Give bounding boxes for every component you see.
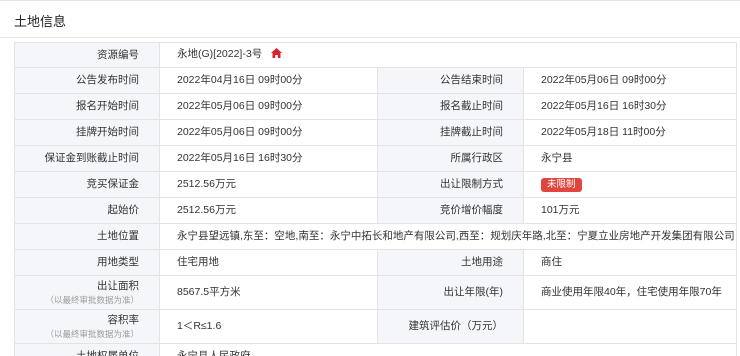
value-land-location: 永宁县望远镇,东至：空地,南至：永宁中拓长和地产有限公司,西至：规划庆年路,北至… bbox=[158, 223, 738, 250]
table-row: 公告发布时间 2022年04月16日 09时00分 公告结束时间 2022年05… bbox=[14, 67, 738, 94]
value-announce-start: 2022年04月16日 09时00分 bbox=[159, 67, 378, 94]
table-row: 土地位置 永宁县望远镇,东至：空地,南至：永宁中拓长和地产有限公司,西至：规划庆… bbox=[14, 223, 738, 250]
page-title: 土地信息 bbox=[14, 14, 67, 29]
label-plot-ratio: 容积率 （以最终审批数据为准） bbox=[14, 309, 160, 344]
label-transfer-area: 出让面积 （以最终审批数据为准） bbox=[14, 275, 160, 310]
value-bid-increment: 101万元 bbox=[522, 197, 738, 224]
label-district: 所属行政区 bbox=[377, 145, 524, 172]
value-land-type: 住宅用地 bbox=[159, 249, 378, 276]
table-row: 用地类型 住宅用地 土地用途 商住 bbox=[14, 249, 738, 276]
value-deposit-deadline: 2022年05月16日 16时30分 bbox=[159, 145, 378, 172]
table-row: 起始价 2512.56万元 竞价增价幅度 101万元 bbox=[14, 197, 738, 224]
table-row: 报名开始时间 2022年05月06日 09时00分 报名截止时间 2022年05… bbox=[14, 93, 738, 120]
value-land-owner: 永宁县人民政府 bbox=[158, 343, 738, 356]
label-land-type: 用地类型 bbox=[14, 249, 160, 276]
value-signup-end: 2022年05月16日 16时30分 bbox=[522, 93, 738, 120]
table-row: 挂牌开始时间 2022年05月06日 09时00分 挂牌截止时间 2022年05… bbox=[14, 119, 738, 146]
value-transfer-area: 8567.5平方米 bbox=[159, 275, 378, 310]
label-transfer-term: 出让年限(年) bbox=[377, 275, 524, 310]
status-badge: 未限制 bbox=[541, 177, 582, 192]
table-row-resource-code: 资源编号 永地(G)[2022]-3号 bbox=[14, 42, 738, 68]
label-listing-start: 挂牌开始时间 bbox=[14, 119, 160, 146]
home-icon[interactable] bbox=[271, 48, 283, 62]
label-transfer-area-text: 出让面积 bbox=[97, 279, 139, 292]
value-bid-deposit: 2512.56万元 bbox=[159, 171, 378, 198]
land-info-panel: 土地信息 资源编号 永地(G)[2022]-3号 公告发布时间 2022年04月… bbox=[0, 0, 740, 356]
label-land-location: 土地位置 bbox=[14, 223, 160, 250]
label-land-owner: 土地权属单位 bbox=[14, 343, 160, 356]
table-row: 土地权属单位 永宁县人民政府 bbox=[14, 343, 738, 356]
table-row: 竞买保证金 2512.56万元 出让限制方式 未限制 bbox=[14, 171, 738, 198]
value-transfer-term: 商业使用年限40年，住宅使用年限70年 bbox=[522, 275, 738, 310]
resource-code-text: 永地(G)[2022]-3号 bbox=[177, 48, 263, 60]
value-building-valuation bbox=[522, 309, 738, 344]
value-district: 永宁县 bbox=[522, 145, 738, 172]
value-signup-start: 2022年05月06日 09时00分 bbox=[159, 93, 378, 120]
value-listing-start: 2022年05月06日 09时00分 bbox=[159, 119, 378, 146]
label-signup-end: 报名截止时间 bbox=[377, 93, 524, 120]
top-divider bbox=[0, 0, 740, 1]
table-row: 出让面积 （以最终审批数据为准） 8567.5平方米 出让年限(年) 商业使用年… bbox=[14, 275, 738, 310]
table-row: 保证金到账截止时间 2022年05月16日 16时30分 所属行政区 永宁县 bbox=[14, 145, 738, 172]
table-row: 容积率 （以最终审批数据为准） 1＜R≤1.6 建筑评估价（万元） bbox=[14, 309, 738, 344]
label-land-use: 土地用途 bbox=[377, 249, 524, 276]
label-announce-end: 公告结束时间 bbox=[377, 67, 524, 94]
label-plot-ratio-note: （以最终审批数据为准） bbox=[45, 328, 139, 339]
value-start-price: 2512.56万元 bbox=[159, 197, 378, 224]
label-signup-start: 报名开始时间 bbox=[14, 93, 160, 120]
label-transfer-area-note: （以最终审批数据为准） bbox=[45, 294, 139, 305]
title-divider bbox=[0, 37, 740, 38]
label-plot-ratio-text: 容积率 bbox=[107, 313, 140, 326]
label-bid-increment: 竞价增价幅度 bbox=[377, 197, 524, 224]
label-start-price: 起始价 bbox=[14, 197, 160, 224]
value-plot-ratio: 1＜R≤1.6 bbox=[159, 309, 378, 344]
value-listing-end: 2022年05月18日 11时00分 bbox=[522, 119, 738, 146]
label-building-valuation: 建筑评估价（万元） bbox=[377, 309, 524, 344]
label-deposit-deadline: 保证金到账截止时间 bbox=[14, 145, 160, 172]
label-listing-end: 挂牌截止时间 bbox=[377, 119, 524, 146]
label-resource-code: 资源编号 bbox=[14, 42, 160, 68]
value-resource-code: 永地(G)[2022]-3号 bbox=[158, 42, 738, 68]
value-announce-end: 2022年05月06日 09时00分 bbox=[522, 67, 738, 94]
label-bid-deposit: 竞买保证金 bbox=[14, 171, 160, 198]
label-restriction-method: 出让限制方式 bbox=[377, 171, 524, 198]
value-restriction-method: 未限制 bbox=[522, 171, 738, 198]
land-info-table: 资源编号 永地(G)[2022]-3号 公告发布时间 2022年04月16日 0… bbox=[14, 42, 738, 356]
value-land-use: 商住 bbox=[522, 249, 738, 276]
label-announce-start: 公告发布时间 bbox=[14, 67, 160, 94]
